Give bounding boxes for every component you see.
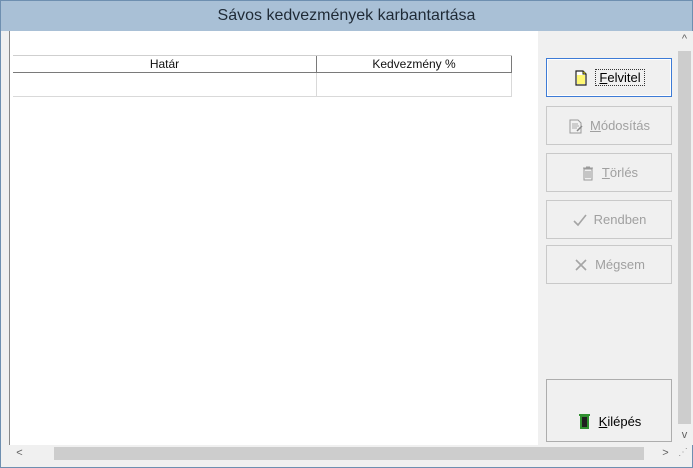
resize-grip-icon[interactable]: ⋰: [678, 447, 692, 461]
main-window: Sávos kedvezmények karbantartása Határ K…: [0, 0, 693, 468]
grid-header: Határ Kedvezmény %: [13, 55, 512, 73]
scroll-up-arrow[interactable]: ^: [676, 31, 693, 48]
vertical-scroll-thumb[interactable]: [678, 51, 691, 424]
new-document-icon: [573, 69, 589, 86]
table-cell-hatar[interactable]: [13, 73, 317, 97]
scroll-left-arrow[interactable]: <: [11, 445, 28, 462]
megsem-button[interactable]: Mégsem: [546, 245, 672, 284]
checkmark-icon: [572, 212, 588, 228]
modositas-button[interactable]: Módosítás: [546, 106, 672, 145]
column-header-hatar[interactable]: Határ: [13, 56, 317, 73]
trash-icon: [580, 165, 596, 181]
button-panel: Felvitel Módosítás Törlés Rendben Mégsem: [538, 31, 676, 445]
scroll-down-arrow[interactable]: v: [676, 427, 693, 444]
vertical-scrollbar[interactable]: ^ v: [676, 31, 693, 445]
table-cell-kedvezmeny[interactable]: [317, 73, 512, 97]
felvitel-label: elvitel: [607, 70, 641, 85]
felvitel-button[interactable]: Felvitel: [546, 58, 672, 97]
edit-document-icon: [568, 118, 584, 134]
modositas-label: ódosítás: [600, 118, 650, 133]
column-header-kedvezmeny[interactable]: Kedvezmény %: [317, 56, 512, 73]
horizontal-scrollbar[interactable]: < >: [9, 445, 676, 462]
exit-door-icon: [577, 413, 593, 429]
table-row[interactable]: [13, 73, 512, 97]
megsem-label: Mégsem: [595, 257, 645, 272]
horizontal-scroll-thumb[interactable]: [54, 447, 644, 460]
rendben-button[interactable]: Rendben: [546, 200, 672, 239]
kilepes-label: ilépés: [607, 414, 642, 429]
kilepes-button[interactable]: Kilépés: [546, 379, 672, 442]
torles-button[interactable]: Törlés: [546, 153, 672, 192]
rendben-label: Rendben: [593, 212, 647, 227]
torles-label: örlés: [609, 165, 639, 180]
scroll-right-arrow[interactable]: >: [657, 445, 674, 462]
torles-accel: T: [601, 165, 610, 180]
cross-icon: [573, 257, 589, 273]
modositas-accel: M: [590, 118, 601, 133]
window-title: Sávos kedvezmények karbantartása: [1, 1, 692, 31]
